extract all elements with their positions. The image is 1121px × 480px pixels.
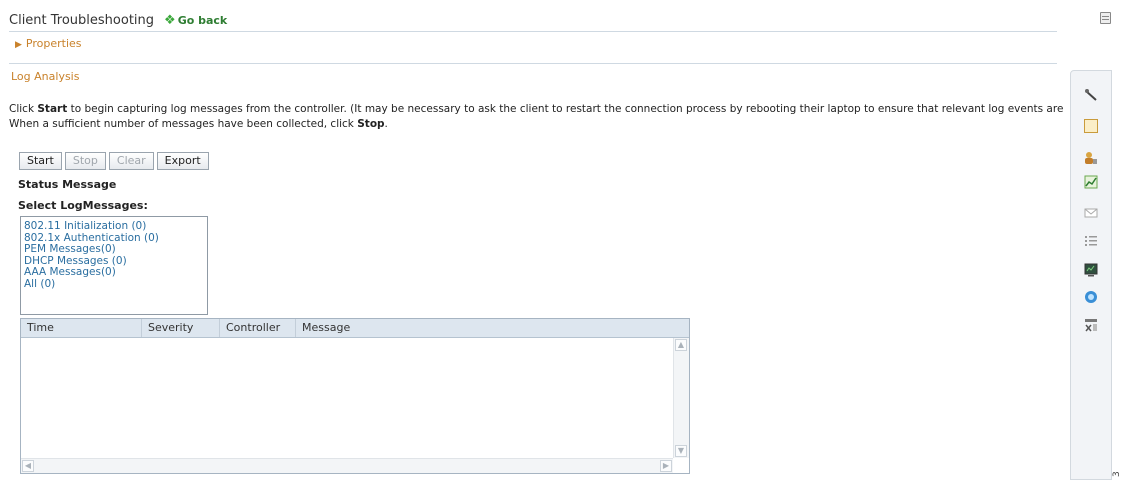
clear-button[interactable]: Clear [108,152,154,170]
page-title: Client Troubleshooting [9,12,155,28]
column-time[interactable]: Time [21,319,142,337]
filter-icon[interactable] [1084,318,1098,332]
go-back-link[interactable]: ❖ Go back [164,13,227,28]
table-body: ▲ ▼ ◀ ▶ [21,338,689,473]
properties-label: Properties [25,37,82,50]
log-item-80211-init[interactable]: 802.11 Initialization (0) [24,220,204,233]
monitor-icon[interactable] [1084,263,1098,277]
arrow-left-icon: ❖ [164,12,176,28]
section-divider [9,63,1057,64]
chart-icon[interactable] [1084,175,1098,189]
vertical-scrollbar[interactable]: ▲ ▼ [673,338,689,458]
log-table: Time Severity Controller Message ▲ ▼ ◀ ▶ [20,318,690,474]
column-severity[interactable]: Severity [142,319,220,337]
log-analysis-title: Log Analysis [11,70,80,83]
properties-toggle[interactable]: ▶ Properties [15,37,82,50]
expand-triangle-icon: ▶ [15,40,22,50]
export-button[interactable]: Export [156,152,209,170]
log-item-pem[interactable]: PEM Messages(0) [24,243,204,256]
users-icon[interactable] [1084,151,1098,165]
stop-button[interactable]: Stop [64,152,106,170]
table-header: Time Severity Controller Message [21,319,689,338]
select-logmessages-label: Select LogMessages: [18,199,148,212]
column-message[interactable]: Message [296,319,689,337]
instructions-line-1: Click Start to begin capturing log messa… [9,103,1067,115]
status-message: Status Message [18,178,117,191]
horizontal-scrollbar[interactable]: ◀ ▶ [21,458,673,473]
mail-icon[interactable] [1084,206,1098,220]
scroll-left-icon[interactable]: ◀ [22,460,34,472]
list-icon[interactable] [1084,234,1098,248]
action-buttons: Start Stop Clear Export [19,152,209,170]
window-icon[interactable] [1100,12,1111,24]
log-item-aaa[interactable]: AAA Messages(0) [24,266,204,279]
globe-icon[interactable] [1084,290,1098,304]
start-button[interactable]: Start [19,152,62,170]
scroll-up-icon[interactable]: ▲ [675,339,687,351]
log-item-all[interactable]: All (0) [24,278,204,291]
figure-watermark: 3 [1112,471,1121,477]
title-bar: Client Troubleshooting ❖ Go back [9,10,227,30]
go-back-label: Go back [177,13,228,27]
log-messages-list[interactable]: 802.11 Initialization (0) 802.1x Authent… [20,216,208,315]
report-icon[interactable] [1084,119,1098,133]
scroll-down-icon[interactable]: ▼ [675,445,687,457]
header-divider [9,31,1057,32]
right-tool-sidebar [1070,70,1112,480]
column-controller[interactable]: Controller [220,319,296,337]
instructions-line-2: When a sufficient number of messages hav… [9,118,388,130]
instructions-text: Click Start to begin capturing log messa… [9,102,1067,132]
tools-icon[interactable] [1084,88,1098,102]
scroll-right-icon[interactable]: ▶ [660,460,672,472]
